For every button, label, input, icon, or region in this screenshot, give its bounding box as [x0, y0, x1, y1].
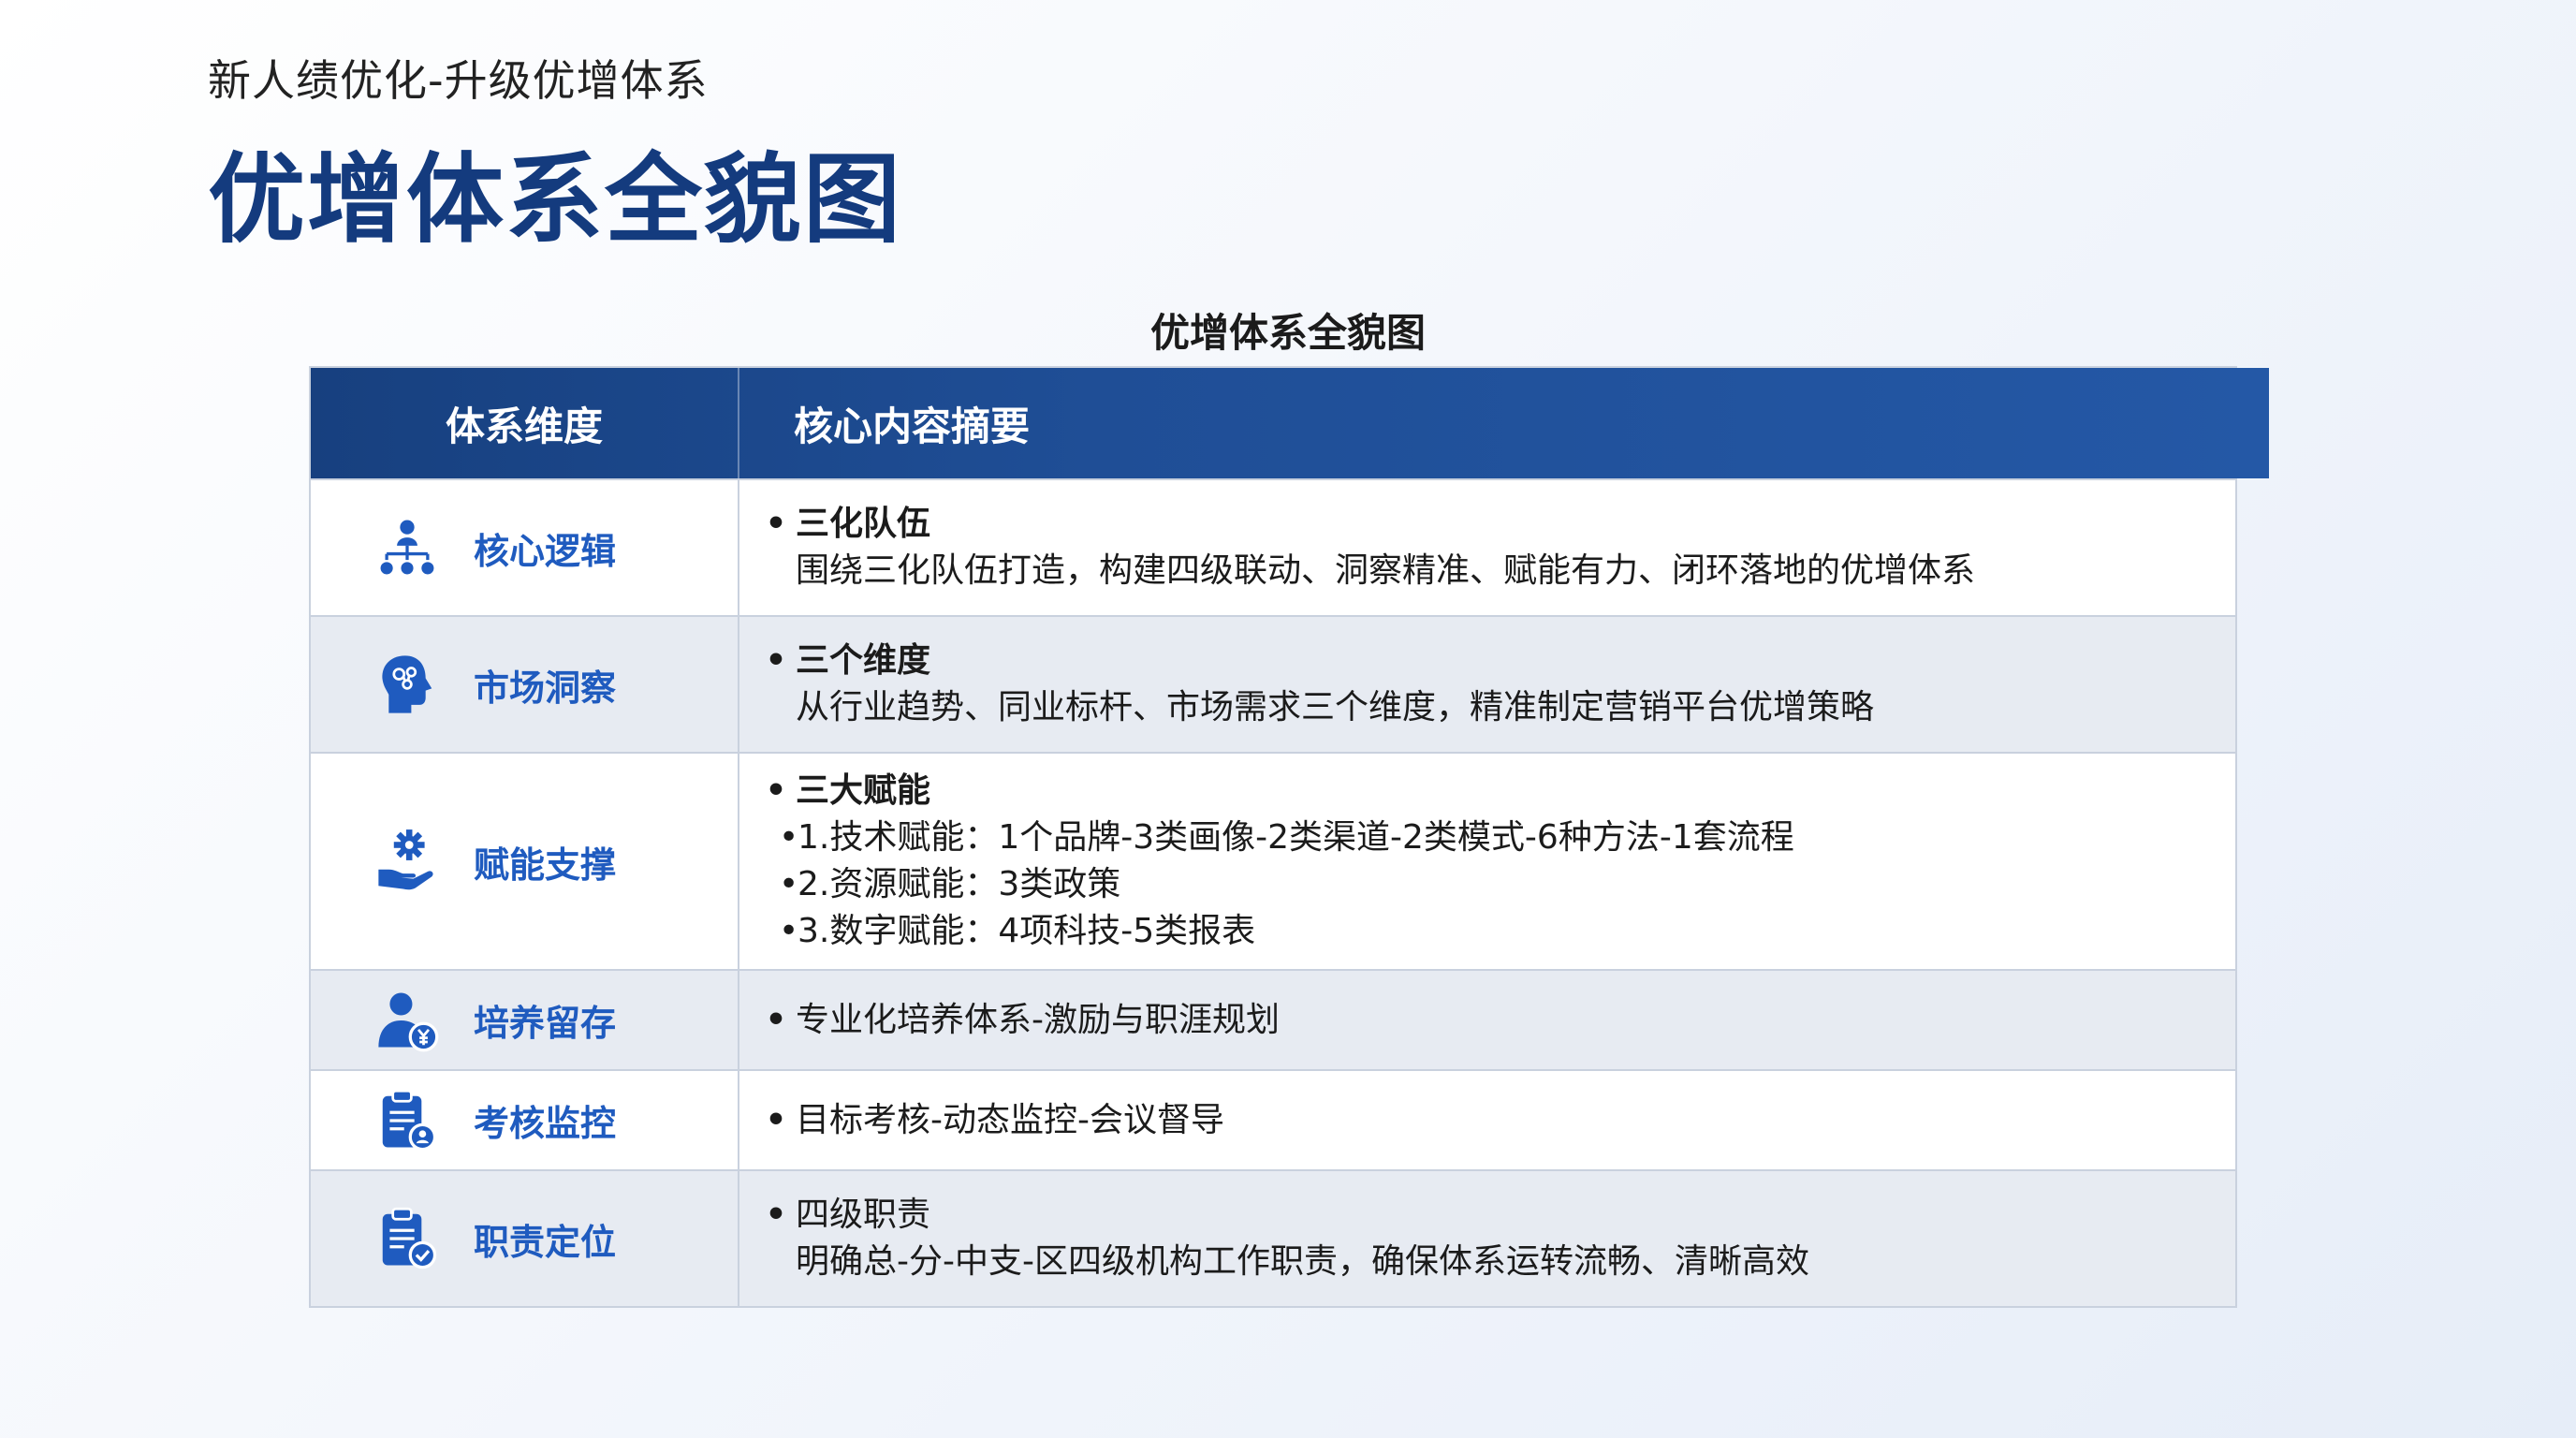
table-row: 市场洞察 • 三个维度 从行业趋势、同业标杆、市场需求三个维度，精准制定营销平台优…	[311, 615, 2235, 752]
summary-cell: • 目标考核-动态监控-会议督导	[765, 1100, 1224, 1139]
page-title: 优增体系全貌图	[208, 142, 903, 257]
dimension-label: 职责定位	[474, 1221, 617, 1263]
summary-text: 围绕三化队伍打造，构建四级联动、洞察精准、赋能有力、闭环落地的优增体系	[796, 551, 1976, 590]
summary-cell: • 四级职责 明确总-分-中支-区四级机构工作职责，确保体系运转流畅、清晰高效	[739, 1171, 2235, 1306]
table-row: 培养留存 • 专业化培养体系-激励与职涯规划	[311, 969, 2235, 1069]
summary-heading: 四级职责	[796, 1196, 931, 1234]
summary-text: 从行业趋势、同业标杆、市场需求三个维度，精准制定营销平台优增策略	[796, 688, 1875, 726]
summary-text: 明确总-分-中支-区四级机构工作职责，确保体系运转流畅、清晰高效	[796, 1242, 1809, 1281]
sub-item: •2.资源赋能：3类政策	[779, 865, 1121, 903]
dimension-label: 培养留存	[474, 1003, 617, 1044]
dimension-cell: 考核监控	[311, 1071, 739, 1169]
dimension-label: 考核监控	[474, 1103, 617, 1144]
summary-cell: • 三个维度 从行业趋势、同业标杆、市场需求三个维度，精准制定营销平台优增策略	[739, 617, 2235, 752]
table-row: 考核监控 • 目标考核-动态监控-会议督导	[311, 1069, 2235, 1169]
table-caption: 优增体系全貌图	[1149, 310, 1426, 356]
clipboard-person-icon	[369, 1082, 446, 1159]
person-money-icon	[369, 982, 446, 1059]
dimension-cell: 职责定位	[311, 1171, 739, 1306]
dimension-cell: 赋能支撑	[311, 754, 739, 969]
summary-cell: • 三大赋能 •1.技术赋能：1个品牌-3类画像-2类渠道-2类模式-6种方法-1…	[739, 754, 2235, 969]
column-header-summary: 核心内容摘要	[794, 403, 1031, 449]
overview-table: 体系维度 核心内容摘要 核心逻辑 • 三化队伍 围绕三化队伍打造，构建四级联动、洞…	[309, 366, 2269, 1308]
summary-heading: 三大赋能	[796, 771, 931, 810]
table-row: 赋能支撑 • 三大赋能 •1.技术赋能：1个品牌-3类画像-2类渠道-2类模式-6…	[311, 752, 2235, 969]
summary-heading: 三个维度	[796, 641, 931, 680]
dimension-label: 赋能支撑	[474, 844, 617, 886]
hand-gear-icon	[369, 823, 446, 900]
summary-cell: • 专业化培养体系-激励与职涯规划	[765, 1000, 1280, 1039]
table-row: 核心逻辑 • 三化队伍 围绕三化队伍打造，构建四级联动、洞察精准、赋能有力、闭环落…	[311, 478, 2235, 615]
clipboard-check-icon	[369, 1200, 446, 1277]
summary-heading: 三化队伍	[796, 505, 931, 543]
org-hierarchy-icon	[369, 509, 446, 586]
summary-text: 目标考核-动态监控-会议督导	[796, 1100, 1224, 1139]
sub-item: •3.数字赋能：4项科技-5类报表	[779, 912, 1256, 950]
dimension-cell: 培养留存	[311, 971, 739, 1069]
column-header-dimension: 体系维度	[311, 368, 739, 478]
head-brain-icon	[369, 646, 446, 723]
page-subtitle: 新人绩优化-升级优增体系	[208, 55, 709, 106]
sub-item: •1.技术赋能：1个品牌-3类画像-2类渠道-2类模式-6种方法-1套流程	[779, 818, 1794, 857]
summary-text: 专业化培养体系-激励与职涯规划	[796, 1000, 1280, 1039]
dimension-cell: 核心逻辑	[311, 480, 739, 615]
table-header: 体系维度 核心内容摘要	[311, 368, 2269, 478]
summary-cell: • 三化队伍 围绕三化队伍打造，构建四级联动、洞察精准、赋能有力、闭环落地的优增体…	[739, 480, 2235, 615]
table-row: 职责定位 • 四级职责 明确总-分-中支-区四级机构工作职责，确保体系运转流畅、清…	[311, 1169, 2235, 1306]
dimension-cell: 市场洞察	[311, 617, 739, 752]
dimension-label: 核心逻辑	[474, 530, 617, 572]
dimension-label: 市场洞察	[474, 667, 617, 709]
